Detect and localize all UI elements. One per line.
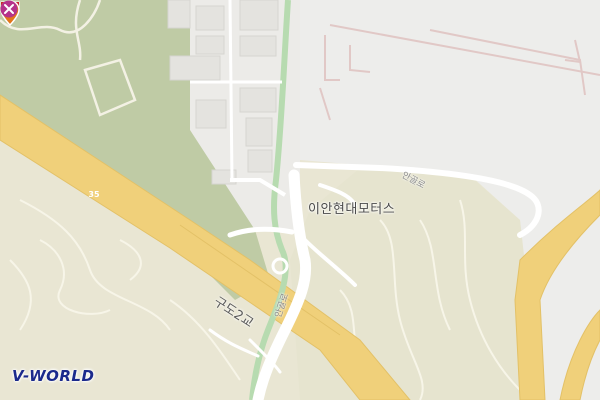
map-base-layer bbox=[0, 0, 600, 400]
highway-number: 35 bbox=[88, 190, 100, 199]
poi-label[interactable]: 이안현대모터스 bbox=[308, 198, 395, 217]
urban-road-vertical bbox=[228, 0, 234, 181]
vworld-logo: V-WORLD bbox=[12, 367, 95, 385]
wrench-tools-icon[interactable] bbox=[0, 0, 18, 18]
map-view[interactable]: 35 이안현대모터스 구도2교 안골로 안골로 V-WORLD bbox=[0, 0, 600, 400]
